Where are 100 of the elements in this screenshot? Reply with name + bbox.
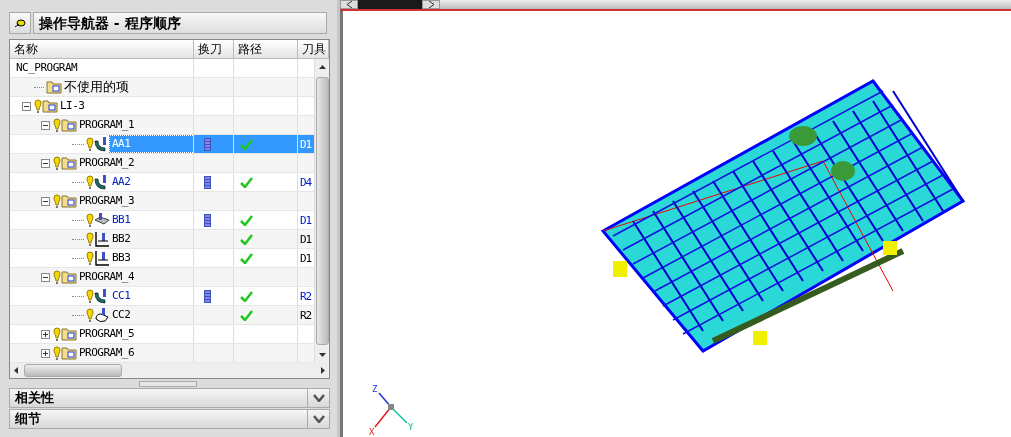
bulb-icon xyxy=(53,345,61,361)
bulb-icon xyxy=(86,231,94,247)
bulb-icon xyxy=(86,174,94,190)
folder-icon xyxy=(61,118,77,132)
scrollbar-thumb[interactable] xyxy=(24,364,122,377)
tool-cell-text: D1 xyxy=(299,213,312,227)
surface-operation-icon xyxy=(94,307,110,323)
scroll-up-icon[interactable] xyxy=(318,65,326,69)
chevron-icon xyxy=(312,394,325,402)
tree-item-label: 不使用的项 xyxy=(63,78,129,96)
column-header[interactable]: 名称 xyxy=(10,40,194,58)
expand-toggle[interactable] xyxy=(41,196,50,206)
graphics-viewport[interactable]: X Y Z xyxy=(340,11,1011,437)
scroll-left-button[interactable] xyxy=(340,0,358,9)
tree-item-label: BB1 xyxy=(111,212,132,228)
scrollbar-thumb[interactable] xyxy=(358,0,422,9)
expand-toggle[interactable] xyxy=(41,272,50,282)
bulb-icon xyxy=(53,117,61,133)
scroll-right-button[interactable] xyxy=(422,0,440,9)
splitter-handle[interactable] xyxy=(139,380,197,387)
bulb-icon xyxy=(86,250,94,266)
tree-row[interactable]: CC1 R2 xyxy=(10,287,315,306)
scroll-left-icon[interactable] xyxy=(14,367,18,374)
tree-row[interactable]: BB3 D1 xyxy=(10,249,315,268)
folder-icon xyxy=(61,194,77,208)
tree-row[interactable]: PROGRAM_6 xyxy=(10,344,315,363)
chevron-icon xyxy=(312,415,325,423)
scroll-down-icon[interactable] xyxy=(318,353,326,357)
panel-title: 操作导航器 - 程序顺序 xyxy=(33,12,327,34)
bulb-icon xyxy=(86,307,94,323)
axis-label: Y xyxy=(408,422,414,432)
tree-item-label: NC_PROGRAM xyxy=(15,60,79,76)
bulb-icon xyxy=(53,155,61,171)
tree-row[interactable]: AA2 D4 xyxy=(10,173,315,192)
tree-row[interactable]: PROGRAM_5 xyxy=(10,325,315,344)
folder-icon xyxy=(42,99,58,113)
tree-item-label: PROGRAM_3 xyxy=(78,193,136,209)
tool-cell-text: D1 xyxy=(299,251,312,265)
tree-row[interactable]: PROGRAM_4 xyxy=(10,268,315,287)
tree-item-label: CC2 xyxy=(111,307,132,323)
tool-cell-text: D4 xyxy=(299,175,312,189)
axis-label: X xyxy=(369,427,375,437)
expand-toggle[interactable] xyxy=(41,348,50,358)
tree-row[interactable]: PROGRAM_2 xyxy=(10,154,315,173)
folder-icon xyxy=(61,327,77,341)
tree-row[interactable]: 不使用的项 xyxy=(10,78,315,97)
tree-row[interactable]: NC_PROGRAM xyxy=(10,59,315,78)
tree-item-label: BB2 xyxy=(111,231,132,247)
expand-toggle[interactable] xyxy=(22,101,31,111)
tool-cell-text: R2 xyxy=(299,308,312,322)
folder-icon xyxy=(46,80,62,94)
tree-item-label: PROGRAM_2 xyxy=(78,155,136,171)
bulb-icon xyxy=(53,269,61,285)
tree-row[interactable]: BB1 D1 xyxy=(10,211,315,230)
tree-item-label: CC1 xyxy=(111,288,132,304)
bulb-icon xyxy=(86,288,94,304)
column-header[interactable]: 刀具 xyxy=(298,40,329,58)
plus-icon xyxy=(42,330,49,338)
tree-item-label: LI-3 xyxy=(59,98,86,114)
tree-item-label: AA1 xyxy=(110,136,193,152)
planar-operation-icon xyxy=(94,250,110,266)
pin-icon xyxy=(14,18,26,28)
pin-button[interactable] xyxy=(9,12,31,34)
planar-operation-icon xyxy=(94,231,110,247)
tool-cell-text: D1 xyxy=(299,137,312,151)
bulb-icon xyxy=(86,136,94,152)
tree-row[interactable]: PROGRAM_3 xyxy=(10,192,315,211)
tree-item-label: PROGRAM_4 xyxy=(78,269,136,285)
expand-toggle[interactable] xyxy=(41,120,50,130)
scrollbar-thumb[interactable] xyxy=(315,77,329,345)
bulb-icon xyxy=(53,326,61,342)
tree-row[interactable]: BB2 D1 xyxy=(10,230,315,249)
plus-icon xyxy=(42,349,49,357)
tool-cell-text: D1 xyxy=(299,232,312,246)
expand-toggle[interactable] xyxy=(41,158,50,168)
tool-cell-text: R2 xyxy=(299,289,312,303)
section-title: 相关性 xyxy=(14,389,55,407)
axis-line xyxy=(390,406,408,424)
section-header[interactable]: 相关性 xyxy=(9,388,330,408)
section-header[interactable]: 细节 xyxy=(9,409,330,429)
scroll-right-icon[interactable] xyxy=(321,367,325,374)
section-title: 细节 xyxy=(14,410,42,428)
folder-icon xyxy=(61,156,77,170)
expand-toggle[interactable] xyxy=(41,329,50,339)
tree-row[interactable]: PROGRAM_1 xyxy=(10,116,315,135)
tree-item-label: BB3 xyxy=(111,250,132,266)
bulb-icon xyxy=(53,193,61,209)
tree-row[interactable]: LI-3 xyxy=(10,97,315,116)
bulb-icon xyxy=(34,98,42,114)
axis-label: Z xyxy=(372,384,378,394)
bulb-icon xyxy=(86,212,94,228)
origin-marker xyxy=(388,404,394,410)
tree-item-label: PROGRAM_1 xyxy=(78,117,136,133)
column-header[interactable]: 路径 xyxy=(234,40,298,58)
column-header[interactable]: 换刀 xyxy=(194,40,234,58)
tree-item-label: AA2 xyxy=(111,174,132,190)
tree-item-label: PROGRAM_5 xyxy=(78,326,136,342)
tree-item-label: PROGRAM_6 xyxy=(78,345,136,361)
folder-icon xyxy=(61,346,77,360)
tree-row[interactable]: CC2 R2 xyxy=(10,306,315,325)
